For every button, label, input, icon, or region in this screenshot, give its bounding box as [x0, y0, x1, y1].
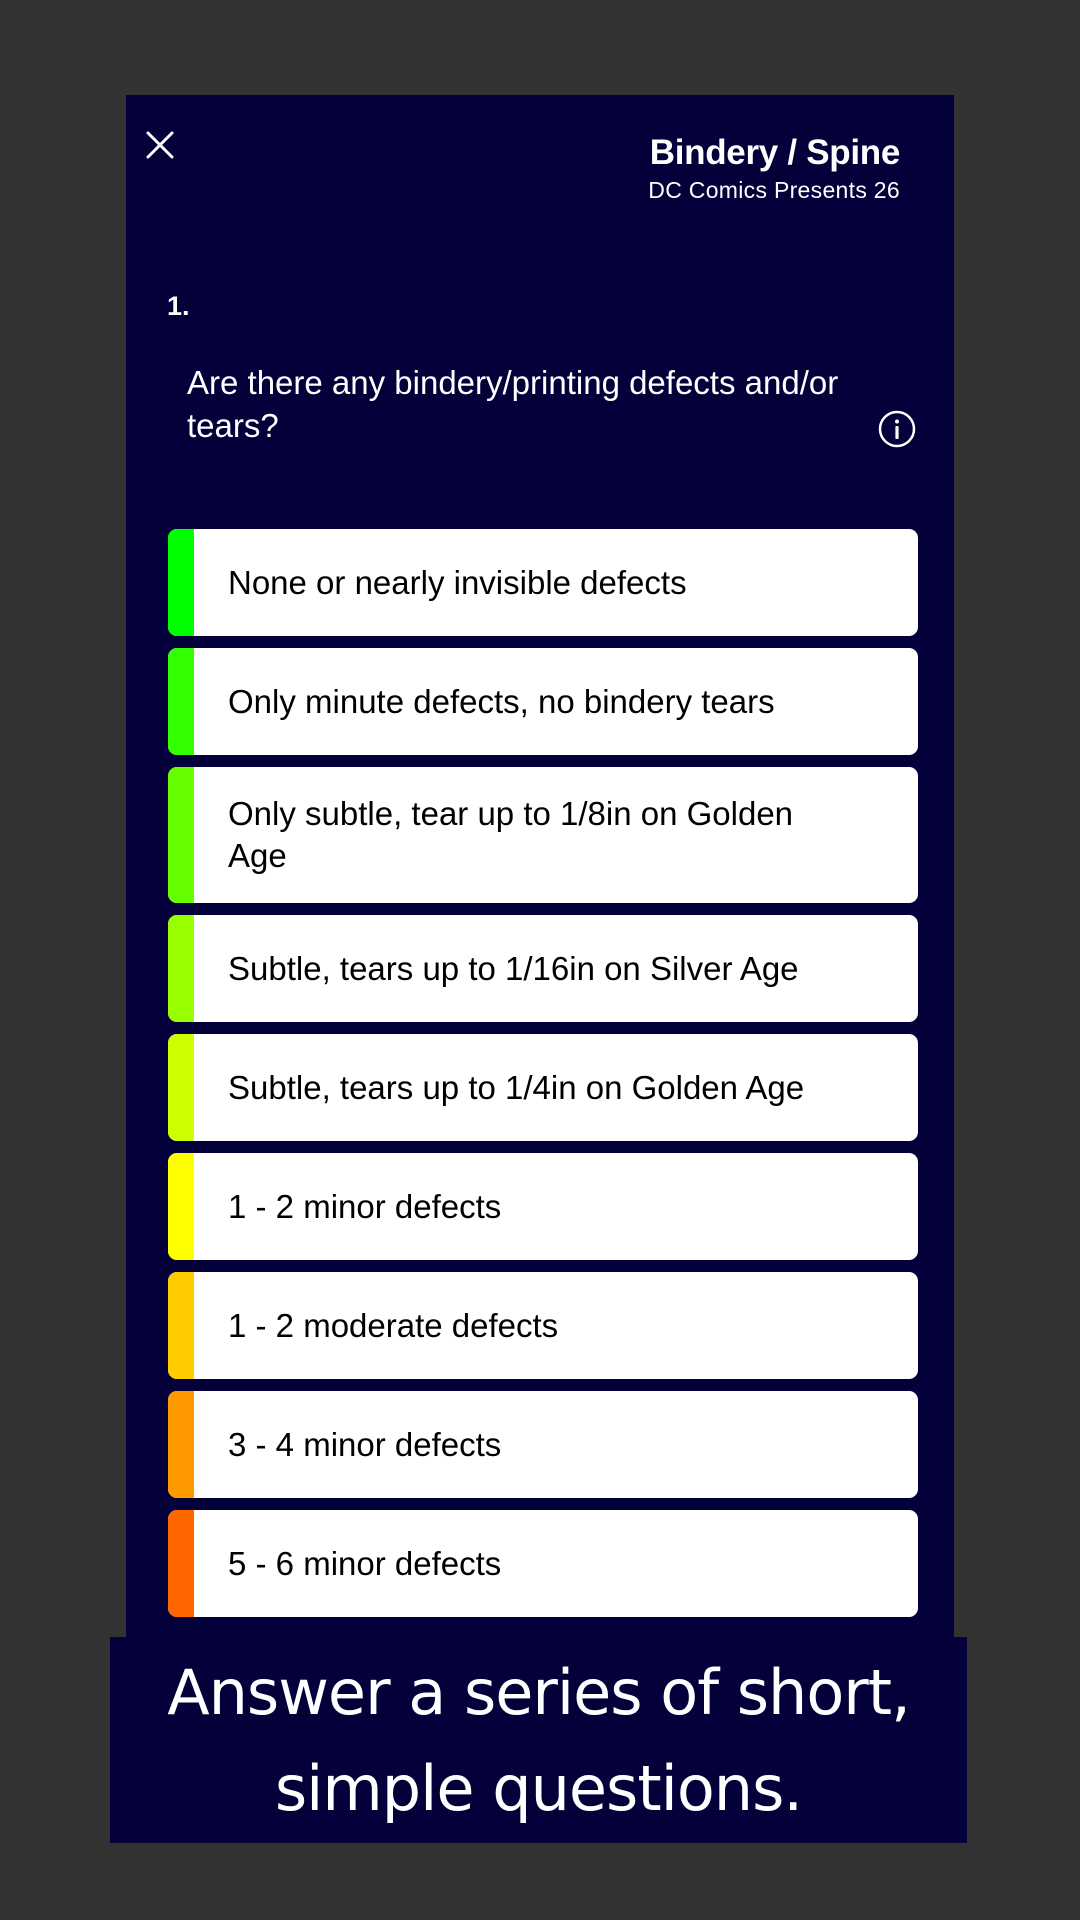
answer-option[interactable]: Only subtle, tear up to 1/8in on Golden …: [168, 767, 918, 903]
answer-option-label: 1 - 2 moderate defects: [228, 1306, 559, 1344]
caption-line-1: Answer a series of short,: [167, 1656, 911, 1729]
caption-line-2: simple questions.: [274, 1752, 803, 1825]
answer-option-label: Subtle, tears up to 1/4in on Golden Age: [228, 1068, 805, 1106]
answer-option[interactable]: 3 - 4 minor defects: [168, 1391, 918, 1498]
severity-color-bar: [168, 529, 194, 636]
answer-option-label: 1 - 2 minor defects: [228, 1187, 502, 1225]
answer-option-label: Only minute defects, no bindery tears: [228, 682, 775, 720]
severity-color-bar: [168, 1153, 194, 1260]
severity-color-bar: [168, 1510, 194, 1617]
severity-color-bar: [168, 915, 194, 1022]
question-number: 1.: [167, 291, 190, 321]
answer-option-label: Subtle, tears up to 1/16in on Silver Age: [228, 949, 799, 987]
close-icon: [146, 131, 174, 159]
answer-option[interactable]: 5 - 6 minor defects: [168, 1510, 918, 1617]
answer-options-list: None or nearly invisible defects Only min…: [168, 529, 918, 1621]
comic-title: DC Comics Presents 26: [648, 177, 900, 203]
close-button[interactable]: [144, 129, 176, 161]
answer-option[interactable]: 1 - 2 moderate defects: [168, 1272, 918, 1379]
severity-color-bar: [168, 1272, 194, 1379]
answer-option-label: 5 - 6 minor defects: [228, 1544, 502, 1582]
severity-color-bar: [168, 1034, 194, 1141]
info-button[interactable]: [878, 410, 916, 448]
answer-option[interactable]: Only minute defects, no bindery tears: [168, 648, 918, 755]
page-title: Bindery / Spine: [649, 133, 901, 172]
question-text: Are there any bindery/printing defects a…: [187, 364, 839, 444]
answer-option[interactable]: 1 - 2 minor defects: [168, 1153, 918, 1260]
answer-option-label: Only subtle, tear up to 1/8in on Golden …: [228, 795, 794, 874]
promo-caption: Answer a series of short, simple questio…: [110, 1637, 967, 1843]
info-icon: [878, 410, 916, 448]
answer-option-label: None or nearly invisible defects: [228, 563, 687, 601]
severity-color-bar: [168, 767, 194, 903]
header: Bindery / Spine DC Comics Presents 26: [648, 133, 900, 205]
answer-option[interactable]: Subtle, tears up to 1/16in on Silver Age: [168, 915, 918, 1022]
answer-option[interactable]: None or nearly invisible defects: [168, 529, 918, 636]
answer-option[interactable]: Subtle, tears up to 1/4in on Golden Age: [168, 1034, 918, 1141]
answer-option-label: 3 - 4 minor defects: [228, 1425, 502, 1463]
severity-color-bar: [168, 648, 194, 755]
app-screen: Bindery / Spine DC Comics Presents 26 1.…: [126, 95, 954, 1637]
severity-color-bar: [168, 1391, 194, 1498]
